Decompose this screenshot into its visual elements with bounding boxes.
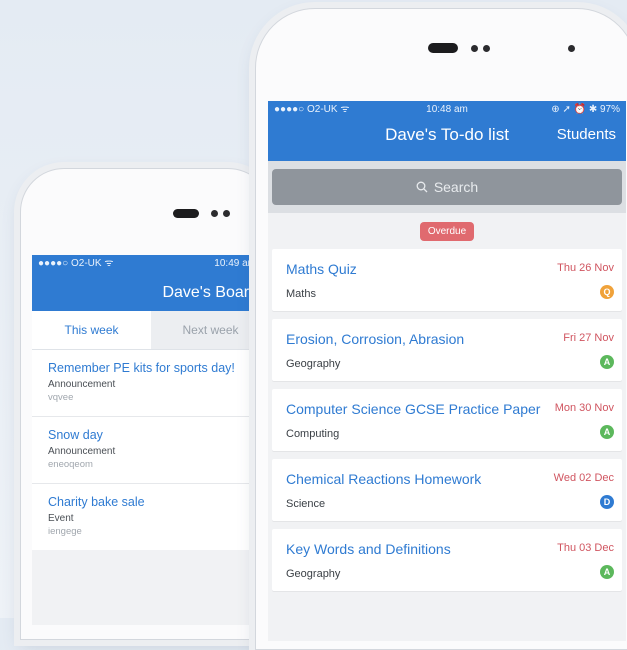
tab-next-week[interactable]: Next week	[151, 311, 270, 349]
back-phone: ●●●●○ O2-UK ᯤ 10:49 am Dave's Board This…	[20, 168, 272, 640]
search-input[interactable]: Search	[272, 169, 622, 205]
front-phone: ●●●●○ O2-UK ᯤ 10:48 am ⊕ ➚ ⏰ ✱ 97% Dave'…	[255, 8, 627, 650]
task-card[interactable]: Computer Science GCSE Practice Paper Com…	[272, 389, 622, 451]
item-user: vqvee	[48, 392, 74, 403]
task-date: Mon 30 Nov	[554, 402, 614, 414]
board-navbar: ●●●●○ O2-UK ᯤ 10:49 am Dave's Board	[32, 255, 270, 311]
status-bar: ●●●●○ O2-UK ᯤ 10:48 am ⊕ ➚ ⏰ ✱ 97%	[268, 101, 626, 119]
page-title: Dave's Board	[162, 284, 258, 301]
tab-this-week[interactable]: This week	[32, 311, 151, 349]
todo-screen: ●●●●○ O2-UK ᯤ 10:48 am ⊕ ➚ ⏰ ✱ 97% Dave'…	[268, 101, 626, 641]
task-title: Chemical Reactions Homework	[286, 471, 482, 487]
search-icon	[416, 181, 428, 193]
search-bar: Search	[268, 161, 626, 213]
item-user: iengege	[48, 526, 82, 537]
status-icons: ⊕ ➚ ⏰ ✱ 97%	[551, 104, 620, 115]
status-badge: Q	[600, 285, 614, 299]
board-screen: ●●●●○ O2-UK ᯤ 10:49 am Dave's Board This…	[32, 255, 270, 625]
task-date: Wed 02 Dec	[553, 472, 614, 484]
status-badge: A	[600, 425, 614, 439]
task-card[interactable]: Maths Quiz Maths Thu 26 Nov Q	[272, 249, 622, 311]
item-title: Charity bake sale	[48, 495, 145, 509]
task-subject: Science	[286, 498, 326, 510]
task-date: Fri 27 Nov	[563, 332, 614, 344]
clock-text: 10:49 am	[214, 258, 256, 269]
overdue-badge: Overdue	[419, 222, 475, 241]
week-tabs: This week Next week	[32, 311, 270, 350]
task-title: Computer Science GCSE Practice Paper	[286, 401, 541, 417]
status-badge: A	[600, 355, 614, 369]
camera-dot	[471, 45, 478, 52]
item-type: Announcement	[48, 379, 116, 390]
earpiece	[173, 209, 199, 218]
sensor-dot	[223, 210, 230, 217]
status-badge: D	[600, 495, 614, 509]
task-title: Erosion, Corrosion, Abrasion	[286, 331, 465, 347]
task-card[interactable]: Erosion, Corrosion, Abrasion Geography F…	[272, 319, 622, 381]
task-title: Maths Quiz	[286, 261, 357, 277]
front-camera	[568, 45, 575, 52]
task-card[interactable]: Key Words and Definitions Geography Thu …	[272, 529, 622, 591]
students-button[interactable]: Students	[557, 126, 616, 143]
search-placeholder: Search	[433, 179, 479, 195]
status-badge: A	[600, 565, 614, 579]
list-item[interactable]: Charity bake sale Event iengege	[32, 484, 270, 550]
item-user: eneoqeom	[48, 459, 93, 470]
item-title: Snow day	[48, 428, 103, 442]
task-subject: Computing	[286, 428, 340, 440]
task-subject: Geography	[286, 568, 341, 580]
task-card[interactable]: Chemical Reactions Homework Science Wed …	[272, 459, 622, 521]
list-item[interactable]: Snow day Announcement eneoqeom	[32, 417, 270, 484]
task-date: Thu 03 Dec	[557, 542, 614, 554]
item-type: Event	[48, 513, 74, 524]
list-item[interactable]: Remember PE kits for sports day! Announc…	[32, 350, 270, 417]
task-date: Thu 26 Nov	[557, 262, 614, 274]
board-list: Remember PE kits for sports day! Announc…	[32, 350, 270, 550]
status-bar: ●●●●○ O2-UK ᯤ 10:49 am	[32, 255, 270, 273]
item-type: Announcement	[48, 446, 116, 457]
carrier-text: ●●●●○ O2-UK ᯤ	[38, 258, 114, 269]
earpiece	[428, 43, 458, 53]
overdue-header: Overdue	[268, 213, 626, 249]
item-title: Remember PE kits for sports day!	[48, 361, 235, 375]
task-subject: Maths	[286, 288, 316, 300]
task-title: Key Words and Definitions	[286, 541, 451, 557]
sensor-dot	[483, 45, 490, 52]
camera-dot	[211, 210, 218, 217]
todo-navbar: ●●●●○ O2-UK ᯤ 10:48 am ⊕ ➚ ⏰ ✱ 97% Dave'…	[268, 101, 626, 161]
task-subject: Geography	[286, 358, 341, 370]
